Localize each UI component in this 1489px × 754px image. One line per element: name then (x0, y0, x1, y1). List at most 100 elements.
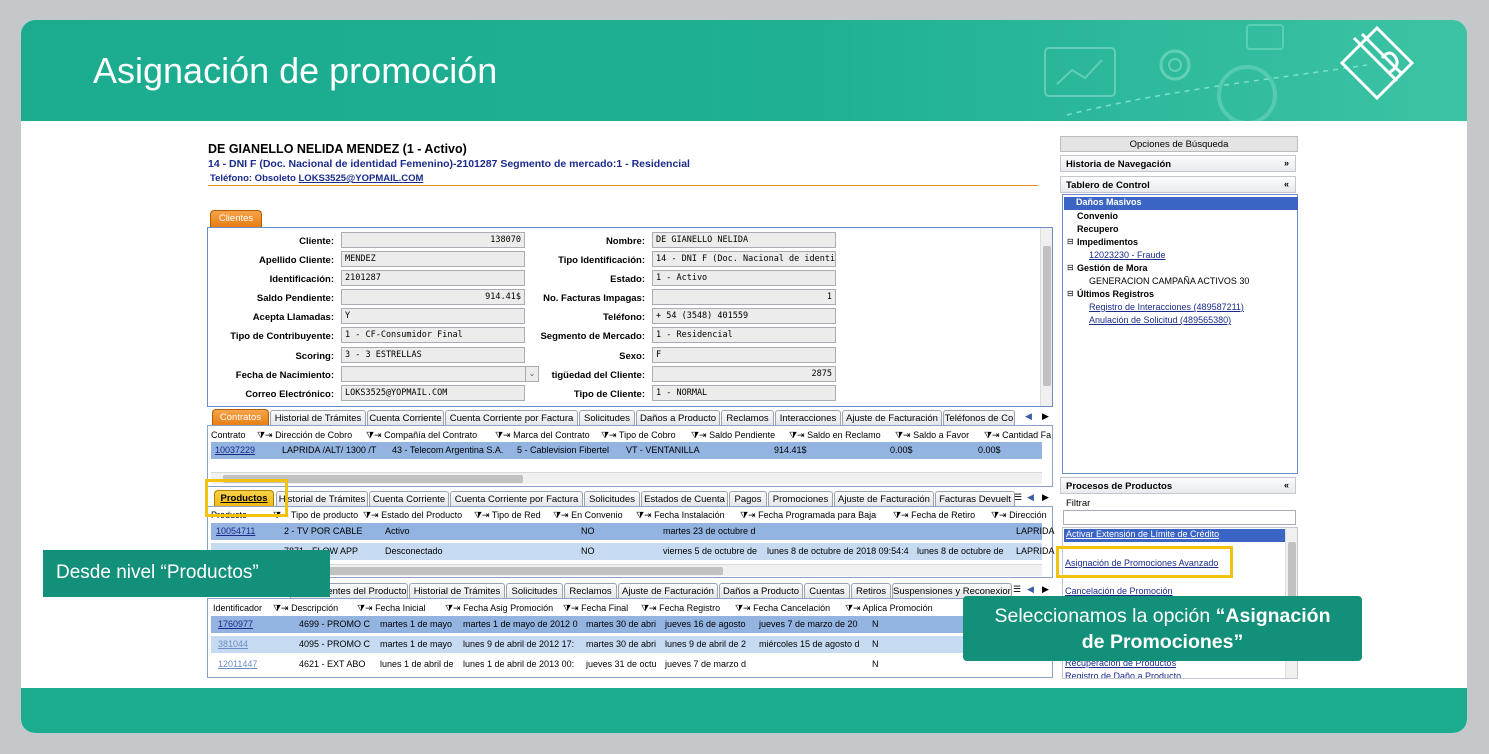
tabs-scroll-left-icon[interactable]: ◀ (1027, 492, 1034, 503)
col-compania[interactable]: ⧩⇥ Compañía del Contrato (366, 430, 477, 441)
tab-ajuste-facturacion[interactable]: Ajuste de Facturación (618, 583, 718, 598)
tab-cuenta-corriente[interactable]: Cuenta Corriente (369, 491, 449, 506)
tabs-scroll-right-icon[interactable]: ▶ (1042, 411, 1049, 422)
promo-id-link[interactable]: 381044 (218, 639, 248, 649)
col-descripcion[interactable]: ⧩⇥ Descripción (273, 603, 338, 614)
col-aplica-promocion[interactable]: ⧩⇥ Aplica Promoción (845, 603, 933, 614)
tree-link-registro-interacciones[interactable]: Registro de Interacciones (489587211) (1089, 302, 1244, 312)
tab-reclamos[interactable]: Reclamos (721, 410, 774, 425)
table-row[interactable]: 7871 - FLOW APP Desconectado NO viernes … (211, 543, 1055, 560)
table-row[interactable]: 10054711 2 - TV POR CABLE Activo NO mart… (211, 523, 1055, 540)
process-item[interactable]: Cancelación de Promoción (1065, 586, 1173, 596)
col-saldo-favor[interactable]: ⧩⇥ Saldo a Favor (895, 430, 969, 441)
promo-id-link[interactable]: 1760977 (218, 619, 253, 629)
tab-cuenta-corriente-factura[interactable]: Cuenta Corriente por Factura (445, 410, 578, 425)
tree-item-danos-masivos[interactable]: Daños Masivos (1064, 197, 1298, 210)
col-saldo-reclamo[interactable]: ⧩⇥ Saldo en Reclamo (789, 430, 881, 441)
col-estado-producto[interactable]: ⧩⇥ Estado del Producto (363, 510, 462, 521)
col-identificador[interactable]: Identificador (213, 603, 262, 613)
col-fecha-cancelacion[interactable]: ⧩⇥ Fecha Cancelación (735, 603, 830, 614)
tab-historial-tramites[interactable]: Historial de Trámites (409, 583, 505, 598)
tab-historial-tramites[interactable]: Historial de Trámites (270, 410, 366, 425)
tab-ajuste-facturacion[interactable]: Ajuste de Facturación (842, 410, 942, 425)
col-fecha-instalacion[interactable]: ⧩⇥ Fecha Instalación (636, 510, 725, 521)
fecha-nacimiento-field[interactable] (341, 366, 539, 382)
col-fecha-registro[interactable]: ⧩⇥ Fecha Registro (641, 603, 720, 614)
tabs-menu-icon[interactable]: ☰ (1014, 492, 1022, 503)
filter-input[interactable] (1063, 510, 1296, 525)
tabs-scroll-left-icon[interactable]: ◀ (1027, 584, 1034, 595)
col-cantidad[interactable]: ⧩⇥ Cantidad Fa (984, 430, 1051, 441)
process-item[interactable]: Registro de Daño a Producto (1065, 671, 1181, 678)
tab-reclamos[interactable]: Reclamos (564, 583, 617, 598)
contracts-horizontal-scrollbar[interactable] (211, 472, 1042, 484)
tab-estados-cuenta[interactable]: Estados de Cuenta (641, 491, 728, 506)
expand-icon[interactable]: » (1284, 158, 1289, 168)
col-direccion[interactable]: ⧩⇥ Dirección (991, 510, 1047, 521)
col-fecha-baja[interactable]: ⧩⇥ Fecha Programada para Baja (740, 510, 876, 521)
col-tipo-red[interactable]: ⧩⇥ Tipo de Red (474, 510, 541, 521)
tree-item-recupero[interactable]: Recupero (1077, 224, 1119, 234)
tab-promociones[interactable]: Promociones (768, 491, 833, 506)
promo-id-link[interactable]: 12011447 (218, 659, 257, 669)
collapse-icon[interactable]: « (1284, 480, 1289, 490)
tab-facturas-devueltas[interactable]: Facturas Devuelt (935, 491, 1015, 506)
tabs-scroll-right-icon[interactable]: ▶ (1042, 492, 1049, 503)
tab-solicitudes[interactable]: Solicitudes (584, 491, 640, 506)
tree-link-anulacion-solicitud[interactable]: Anulación de Solicitud (489565380) (1089, 315, 1231, 325)
tabs-scroll-left-icon[interactable]: ◀ (1025, 411, 1032, 422)
collapse-icon[interactable]: ⊟ (1067, 237, 1074, 246)
tab-solicitudes[interactable]: Solicitudes (579, 410, 635, 425)
process-item[interactable]: Activar Extensión de Límite de Crédito (1064, 529, 1286, 542)
tab-cuenta-corriente[interactable]: Cuenta Corriente (367, 410, 444, 425)
tree-item-campana[interactable]: GENERACION CAMPAÑA ACTIVOS 30 (1089, 276, 1249, 286)
collapse-icon[interactable]: ⊟ (1067, 289, 1074, 298)
contract-id-link[interactable]: 10037229 (215, 445, 255, 455)
col-saldo-pendiente[interactable]: ⧩⇥ Saldo Pendiente (691, 430, 775, 441)
table-row[interactable]: 381044 4095 - PROMO C martes 1 de mayo l… (211, 636, 1042, 653)
tab-telefonos[interactable]: Teléfonos de Co (943, 410, 1015, 425)
tab-retiros[interactable]: Retiros (851, 583, 891, 598)
products-horizontal-scrollbar[interactable] (211, 564, 1042, 576)
tree-item-gestion-mora[interactable]: Gestión de Mora (1077, 263, 1148, 273)
cell: lunes 9 de abril de 2012 17: (463, 639, 575, 649)
col-tipo-cobro[interactable]: ⧩⇥ Tipo de Cobro (601, 430, 676, 441)
col-marca[interactable]: ⧩⇥ Marca del Contrato (495, 430, 590, 441)
tree-link-fraude[interactable]: 12023230 - Fraude (1089, 250, 1166, 260)
tab-historial-tramites[interactable]: Historial de Trámites (276, 491, 368, 506)
tree-item-ultimos-registros[interactable]: Últimos Registros (1077, 289, 1154, 299)
tab-pagos[interactable]: Pagos (729, 491, 767, 506)
sidebar-section-history[interactable]: Historia de Navegación » (1060, 155, 1296, 172)
tabs-menu-icon[interactable]: ☰ (1013, 584, 1021, 595)
tab-cuenta-corriente-factura[interactable]: Cuenta Corriente por Factura (450, 491, 583, 506)
tab-ajuste-facturacion[interactable]: Ajuste de Facturación (834, 491, 934, 506)
tabs-scroll-right-icon[interactable]: ▶ (1042, 584, 1049, 595)
tab-danos-producto[interactable]: Daños a Producto (719, 583, 803, 598)
tab-contratos[interactable]: Contratos (212, 409, 269, 426)
col-fecha-retiro[interactable]: ⧩⇥ Fecha de Retiro (893, 510, 975, 521)
col-fecha-asig[interactable]: ⧩⇥ Fecha Asig Promoción (445, 603, 553, 614)
tab-solicitudes[interactable]: Solicitudes (506, 583, 563, 598)
tab-interacciones[interactable]: Interacciones (775, 410, 841, 425)
col-fecha-final[interactable]: ⧩⇥ Fecha Final (563, 603, 628, 614)
tab-danos-producto[interactable]: Daños a Producto (636, 410, 720, 425)
table-row[interactable]: 10037229 LAPRIDA /ALT/ 1300 /T 43 - Tele… (211, 442, 1042, 459)
customer-email-link[interactable]: LOKS3525@YOPMAIL.COM (299, 173, 424, 184)
col-direccion-cobro[interactable]: ⧩⇥ Dirección de Cobro (257, 430, 352, 441)
collapse-icon[interactable]: ⊟ (1067, 263, 1074, 272)
sidebar-section-procesos[interactable]: Procesos de Productos « (1060, 477, 1296, 494)
table-row[interactable]: 12011447 4621 - EXT ABO lunes 1 de abril… (211, 656, 1042, 673)
collapse-icon[interactable]: « (1284, 179, 1289, 189)
tab-cuentas[interactable]: Cuentas (804, 583, 850, 598)
col-en-convenio[interactable]: ⧩⇥ En Convenio (553, 510, 623, 521)
tree-item-impedimentos[interactable]: Impedimentos (1077, 237, 1138, 247)
sidebar-section-board[interactable]: Tablero de Control « (1060, 176, 1296, 193)
table-row[interactable]: 1760977 4699 - PROMO C martes 1 de mayo … (211, 616, 1042, 633)
clientes-vertical-scrollbar[interactable] (1040, 228, 1052, 406)
cell: 4095 - PROMO C (299, 639, 371, 649)
tab-clientes[interactable]: Clientes (210, 210, 262, 227)
tree-item-convenio[interactable]: Convenio (1077, 211, 1118, 221)
col-contrato[interactable]: Contrato (211, 430, 246, 440)
product-id-link[interactable]: 10054711 (216, 526, 255, 536)
col-fecha-inicial[interactable]: ⧩⇥ Fecha Inicial (357, 603, 426, 614)
